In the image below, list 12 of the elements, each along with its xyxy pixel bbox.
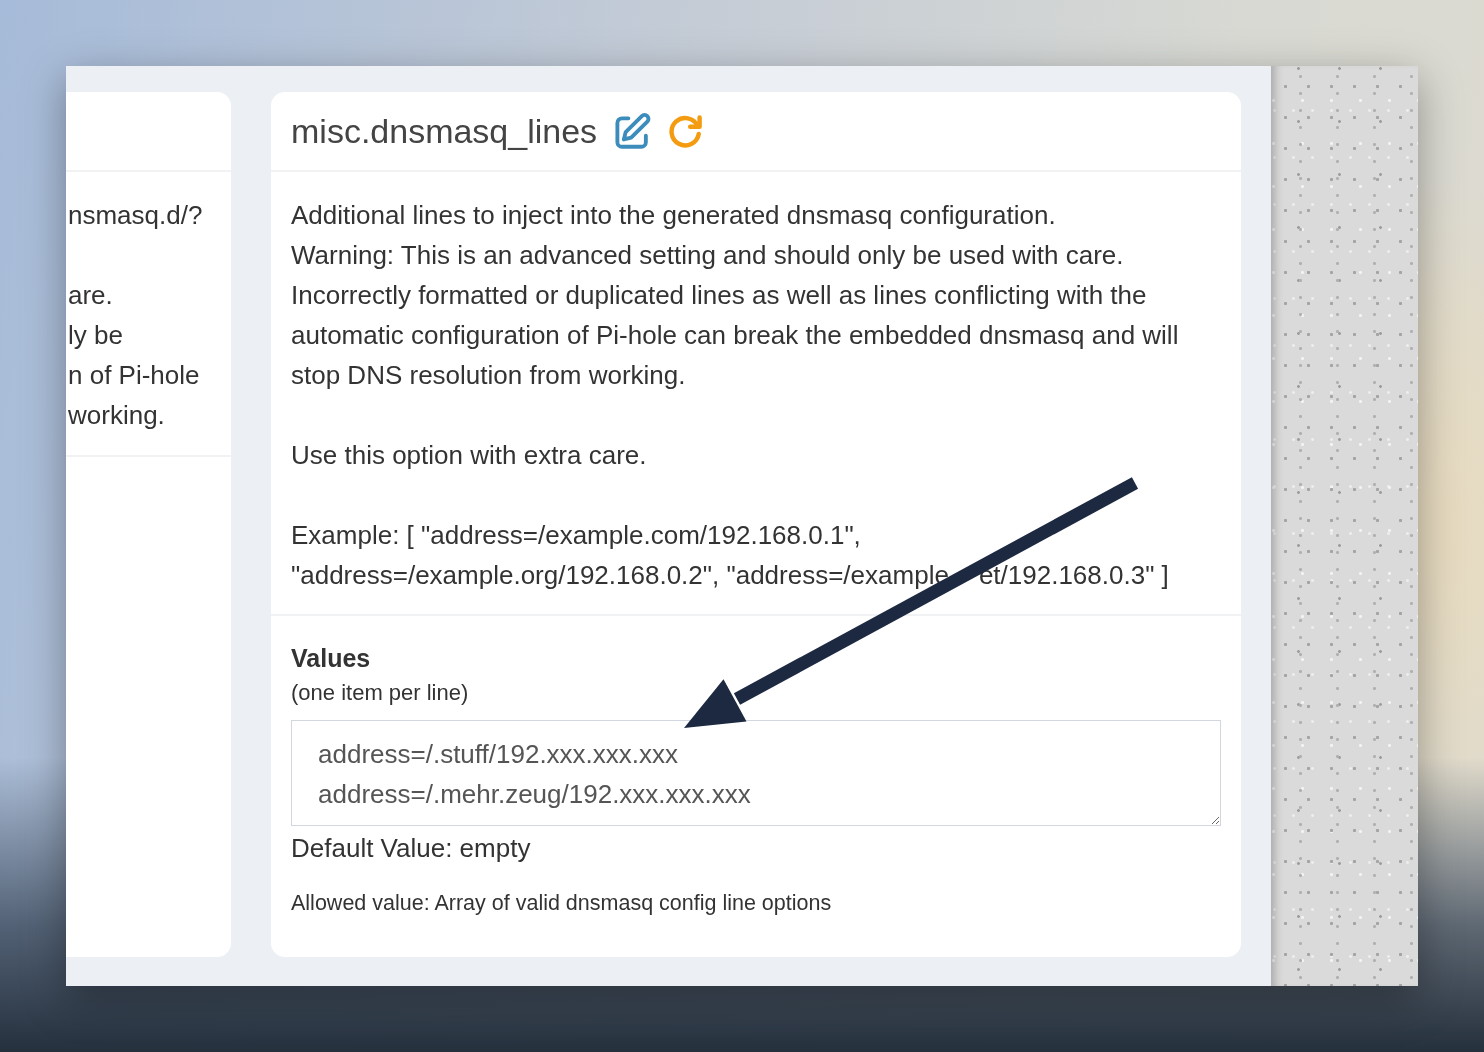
description-text: Additional lines to inject into the generated dnsmasq configuration. Warning: This is an advanced setting and should only be used with care. Incorrectly formatted or duplicated lines as well as lines conflicting with the automatic configuration of Pi-hole can break the embedded dnsmasq and will stop DNS resolution from working. — [291, 199, 1180, 392]
description-text: Use this option with extra care. — [291, 439, 648, 472]
edit-icon[interactable] — [615, 113, 652, 149]
description-text: nsmasq.d/? — [68, 199, 204, 232]
refresh-icon[interactable] — [669, 114, 703, 148]
default-value-text: Default Value: empty — [291, 833, 532, 863]
field-label: Values — [291, 643, 372, 673]
values-textarea[interactable]: address=/.stuff/192.xxx.xxx.xxx address=/.mehr.zeug/192.xxx.xxx.xxx — [291, 720, 1221, 826]
setting-title: misc.dnsmasq_lines — [291, 111, 598, 151]
allowed-value-text: Allowed value: Array of valid dnsmasq config line options — [291, 890, 833, 916]
description-text: are. ly be n of Pi-hole working. — [68, 279, 201, 432]
field-hint: (one item per line) — [291, 680, 470, 706]
